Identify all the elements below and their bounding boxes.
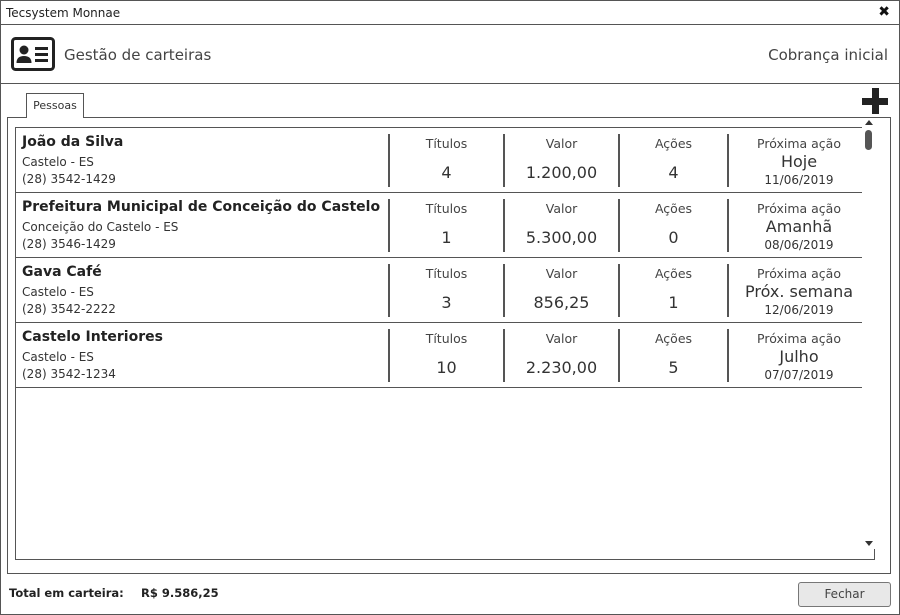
tab-panel: João da Silva Castelo - ES (28) 3542-142…	[7, 117, 891, 574]
total-label: Total em carteira:	[9, 586, 124, 600]
valor-label: Valor	[545, 201, 578, 216]
acoes-value: 4	[668, 163, 679, 182]
proxima-acao-label: Próxima ação	[757, 201, 841, 216]
valor-value: 856,25	[533, 293, 590, 312]
acoes-value: 0	[668, 228, 679, 247]
vertical-scrollbar[interactable]	[862, 118, 876, 549]
titulos-label: Títulos	[425, 331, 468, 346]
acoes-label: Ações	[654, 136, 693, 151]
person-name: Prefeitura Municipal de Conceição do Cas…	[22, 199, 381, 215]
proxima-acao-label: Próxima ação	[757, 136, 841, 151]
add-person-button[interactable]	[862, 88, 888, 114]
person-name: Castelo Interiores	[22, 329, 163, 345]
proxima-acao-value: Amanhã	[765, 217, 833, 236]
titulos-label: Títulos	[425, 136, 468, 151]
titulos-value: 3	[441, 293, 452, 312]
titulos-label: Títulos	[425, 201, 468, 216]
person-phone: (28) 3542-2222	[22, 302, 116, 316]
acoes-value: 5	[668, 358, 679, 377]
scroll-down-arrow-icon[interactable]	[865, 541, 873, 546]
list-item[interactable]: Gava Café Castelo - ES (28) 3542-2222 Tí…	[16, 258, 874, 323]
valor-label: Valor	[545, 266, 578, 281]
valor-value: 5.300,00	[525, 228, 598, 247]
scroll-thumb[interactable]	[865, 130, 872, 150]
proxima-acao-date: 11/06/2019	[764, 173, 834, 187]
person-name: João da Silva	[22, 134, 124, 150]
person-city: Castelo - ES	[22, 350, 94, 364]
cobranca-inicial-link[interactable]: Cobrança inicial	[768, 46, 888, 64]
acoes-label: Ações	[654, 201, 693, 216]
person-phone: (28) 3542-1234	[22, 367, 116, 381]
page-header: Gestão de carteiras Cobrança inicial	[1, 26, 899, 84]
valor-label: Valor	[545, 136, 578, 151]
total-value: R$ 9.586,25	[141, 586, 219, 600]
acoes-label: Ações	[654, 331, 693, 346]
person-name: Gava Café	[22, 264, 102, 280]
titulos-label: Títulos	[425, 266, 468, 281]
proxima-acao-date: 08/06/2019	[764, 238, 834, 252]
list-item[interactable]: João da Silva Castelo - ES (28) 3542-142…	[16, 128, 874, 193]
tab-pessoas[interactable]: Pessoas	[26, 93, 84, 118]
title-bar: Tecsystem Monnae ✖	[1, 1, 899, 25]
titulos-value: 1	[441, 228, 452, 247]
person-list: João da Silva Castelo - ES (28) 3542-142…	[15, 127, 875, 560]
proxima-acao-date: 12/06/2019	[764, 303, 834, 317]
close-button[interactable]: Fechar	[798, 582, 891, 607]
proxima-acao-value: Próx. semana	[744, 282, 854, 301]
valor-value: 1.200,00	[525, 163, 598, 182]
person-city: Castelo - ES	[22, 285, 94, 299]
person-phone: (28) 3546-1429	[22, 237, 116, 251]
proxima-acao-label: Próxima ação	[757, 266, 841, 281]
proxima-acao-value: Julho	[779, 347, 819, 366]
scroll-up-arrow-icon[interactable]	[865, 120, 873, 125]
titulos-value: 4	[441, 163, 452, 182]
person-phone: (28) 3542-1429	[22, 172, 116, 186]
app-window: Tecsystem Monnae ✖ Gestão de carteiras C…	[0, 0, 900, 615]
proxima-acao-label: Próxima ação	[757, 331, 841, 346]
acoes-value: 1	[668, 293, 679, 312]
valor-label: Valor	[545, 331, 578, 346]
valor-value: 2.230,00	[525, 358, 598, 377]
proxima-acao-value: Hoje	[780, 152, 818, 171]
window-title: Tecsystem Monnae	[6, 6, 121, 20]
id-card-icon	[11, 37, 55, 71]
list-item[interactable]: Castelo Interiores Castelo - ES (28) 354…	[16, 323, 874, 388]
acoes-label: Ações	[654, 266, 693, 281]
list-item[interactable]: Prefeitura Municipal de Conceição do Cas…	[16, 193, 874, 258]
page-title: Gestão de carteiras	[64, 46, 212, 64]
titulos-value: 10	[436, 358, 457, 377]
close-icon[interactable]: ✖	[878, 4, 890, 20]
person-city: Conceição do Castelo - ES	[22, 220, 179, 234]
proxima-acao-date: 07/07/2019	[764, 368, 834, 382]
person-city: Castelo - ES	[22, 155, 94, 169]
